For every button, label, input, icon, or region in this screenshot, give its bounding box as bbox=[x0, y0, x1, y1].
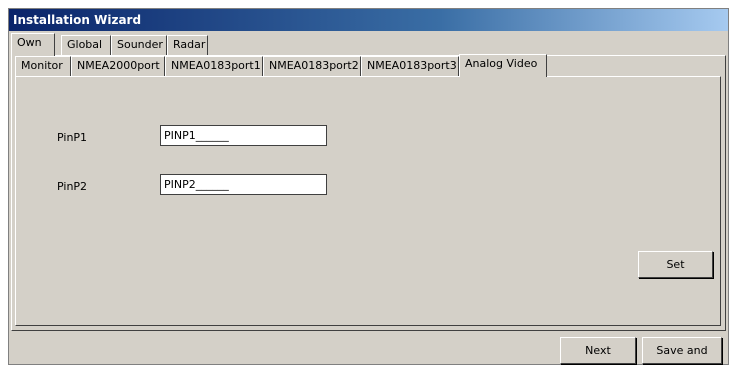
tab-nmea0183port3[interactable]: NMEA0183port3 bbox=[361, 56, 459, 76]
window-title: Installation Wizard bbox=[9, 9, 728, 31]
tab-global[interactable]: Global bbox=[61, 35, 111, 55]
tab-nmea2000port[interactable]: NMEA2000port bbox=[71, 56, 165, 76]
tab-analog-video[interactable]: Analog Video bbox=[459, 54, 547, 77]
pinp1-label: PinP1 bbox=[57, 131, 88, 144]
pinp1-field[interactable]: PINP1______ bbox=[160, 125, 327, 146]
tab-sounder[interactable]: Sounder bbox=[111, 35, 167, 55]
tab-own[interactable]: Own bbox=[11, 33, 55, 56]
sub-tab-panel bbox=[15, 76, 721, 326]
save-and-button[interactable]: Save and bbox=[642, 337, 722, 364]
tab-radar[interactable]: Radar bbox=[167, 35, 208, 55]
installation-wizard-window: Installation Wizard Own Global Sounder R… bbox=[8, 8, 729, 365]
tab-monitor[interactable]: Monitor bbox=[15, 56, 71, 76]
set-button[interactable]: Set bbox=[638, 251, 713, 278]
pinp2-field[interactable]: PINP2______ bbox=[160, 174, 327, 195]
pinp2-label: PinP2 bbox=[57, 180, 88, 193]
tab-nmea0183port2[interactable]: NMEA0183port2 bbox=[263, 56, 361, 76]
next-button[interactable]: Next bbox=[560, 337, 636, 364]
tab-nmea0183port1[interactable]: NMEA0183port1 bbox=[165, 56, 263, 76]
